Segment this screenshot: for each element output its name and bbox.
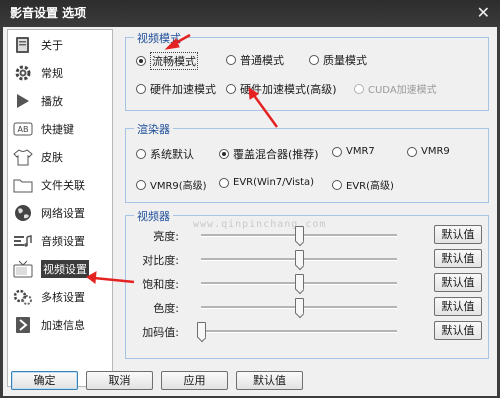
contrast-slider-thumb[interactable] — [295, 250, 304, 266]
radio-dot[interactable] — [226, 55, 236, 65]
radio-vmr7[interactable]: VMR7 — [332, 146, 375, 157]
radio-dot[interactable] — [309, 55, 319, 65]
video-adjust-group: 视频器 亮度: 默认值 对比度: 默认值 饱和度: 默认值 色度: 默认值 加码… — [125, 208, 489, 359]
sidebar-item-label: 播放 — [41, 95, 63, 108]
video-adjust-title: 视频器 — [134, 208, 173, 224]
saturation-slider-thumb[interactable] — [295, 274, 304, 290]
options-window: 影音设置 选项 ✕ 关于 常规 播放 AB 快捷键 皮肤 文件关联 网络设置 音… — [0, 0, 500, 398]
play-icon — [12, 91, 34, 111]
multicore-icon — [12, 287, 34, 307]
keyboard-icon: AB — [12, 119, 34, 139]
renderer-group: 渲染器 系统默认 覆盖混合器(推荐) VMR7 VMR9 VMR9(高级) EV… — [125, 121, 489, 203]
radio-vmr9-advanced[interactable]: VMR9(高级) — [136, 177, 207, 192]
contrast-label: 对比度: — [142, 254, 179, 267]
sidebar-item-audio[interactable]: 音频设置 — [8, 228, 112, 254]
radio-dot[interactable] — [136, 179, 146, 190]
sidebar-item-label: 关于 — [41, 39, 63, 52]
gear-icon — [12, 63, 34, 83]
title-bar: 影音设置 选项 ✕ — [0, 0, 500, 26]
sidebar-item-multicore[interactable]: 多核设置 — [8, 284, 112, 310]
sidebar-item-general[interactable]: 常规 — [8, 60, 112, 86]
default-button[interactable]: 默认值 — [236, 371, 303, 390]
radio-dot[interactable] — [136, 84, 146, 94]
saturation-label: 饱和度: — [142, 278, 179, 291]
radio-dot — [354, 83, 364, 94]
sidebar-item-label: 皮肤 — [41, 151, 63, 164]
radio-vmr9[interactable]: VMR9 — [407, 146, 450, 157]
sidebar-item-label: 视频设置 — [41, 260, 89, 278]
radio-quality-mode[interactable]: 质量模式 — [309, 52, 367, 68]
sidebar-item-label: 常规 — [41, 67, 63, 80]
video-mode-group: 视频模式 流畅模式 普通模式 质量模式 硬件加速模式 硬件加速模式(高级) CU… — [125, 30, 489, 111]
accelerate-icon — [12, 315, 34, 335]
video-settings-panel: 视频模式 流畅模式 普通模式 质量模式 硬件加速模式 硬件加速模式(高级) CU… — [117, 29, 495, 361]
cancel-button[interactable]: 取消 — [86, 371, 153, 390]
dialog-client: 关于 常规 播放 AB 快捷键 皮肤 文件关联 网络设置 音频设置 视频设置 多… — [3, 27, 497, 396]
sidebar-item-video[interactable]: 视频设置 — [8, 256, 112, 282]
hue-row: 色度: 默认值 — [126, 297, 494, 317]
svg-text:AB: AB — [18, 125, 29, 134]
radio-dot[interactable] — [219, 177, 229, 188]
radio-dot[interactable] — [407, 146, 417, 157]
radio-overlay-mixer[interactable]: 覆盖混合器(推荐) — [219, 146, 319, 162]
sidebar-item-label: 快捷键 — [41, 123, 74, 136]
ok-button[interactable]: 确定 — [11, 371, 78, 390]
radio-hw-accel-advanced[interactable]: 硬件加速模式(高级) — [226, 81, 337, 97]
contrast-default-button[interactable]: 默认值 — [434, 249, 482, 268]
radio-cuda-mode: CUDA加速模式 — [354, 81, 437, 96]
window-title: 影音设置 选项 — [10, 6, 87, 20]
brightness-slider-thumb[interactable] — [295, 226, 304, 242]
audio-icon — [12, 231, 34, 251]
radio-normal-mode[interactable]: 普通模式 — [226, 52, 284, 68]
gain-slider-thumb[interactable] — [197, 322, 206, 338]
contrast-row: 对比度: 默认值 — [126, 249, 494, 269]
gain-slider-track[interactable] — [201, 330, 397, 333]
radio-dot[interactable] — [332, 179, 342, 190]
shirt-icon — [12, 147, 34, 167]
radio-dot[interactable] — [136, 56, 146, 66]
saturation-default-button[interactable]: 默认值 — [434, 273, 482, 292]
hue-slider-thumb[interactable] — [295, 298, 304, 314]
close-icon[interactable]: ✕ — [477, 0, 490, 26]
apply-button[interactable]: 应用 — [161, 371, 228, 390]
radio-dot[interactable] — [136, 149, 146, 159]
sidebar-item-skin[interactable]: 皮肤 — [8, 144, 112, 170]
radio-dot[interactable] — [226, 84, 236, 94]
renderer-title: 渲染器 — [134, 121, 173, 137]
hue-label: 色度: — [153, 302, 179, 315]
brightness-default-button[interactable]: 默认值 — [434, 225, 482, 244]
globe-icon — [12, 203, 34, 223]
sidebar-item-accel-info[interactable]: 加速信息 — [8, 312, 112, 338]
about-icon — [12, 35, 34, 55]
radio-hw-accel-mode[interactable]: 硬件加速模式 — [136, 81, 216, 97]
brightness-row: 亮度: 默认值 — [126, 225, 494, 245]
sidebar-item-label: 网络设置 — [41, 207, 85, 220]
sidebar-item-playback[interactable]: 播放 — [8, 88, 112, 114]
sidebar-item-about[interactable]: 关于 — [8, 32, 112, 58]
sidebar-item-label: 加速信息 — [41, 319, 85, 332]
sidebar-item-label: 文件关联 — [41, 179, 85, 192]
radio-dot[interactable] — [219, 149, 229, 159]
radio-smooth-mode[interactable]: 流畅模式 — [136, 52, 198, 70]
gain-label: 加码值: — [142, 326, 179, 339]
gain-row: 加码值: 默认值 — [126, 321, 494, 341]
brightness-label: 亮度: — [153, 230, 179, 243]
radio-evr-advanced[interactable]: EVR(高级) — [332, 177, 394, 192]
gain-default-button[interactable]: 默认值 — [434, 321, 482, 340]
radio-system-default[interactable]: 系统默认 — [136, 146, 194, 162]
sidebar-item-label: 音频设置 — [41, 235, 85, 248]
radio-dot[interactable] — [332, 146, 342, 157]
tv-icon — [12, 259, 34, 279]
radio-evr-win7[interactable]: EVR(Win7/Vista) — [219, 177, 314, 188]
saturation-row: 饱和度: 默认值 — [126, 273, 494, 293]
folder-icon — [12, 175, 34, 195]
sidebar-item-file-assoc[interactable]: 文件关联 — [8, 172, 112, 198]
sidebar-item-label: 多核设置 — [41, 291, 85, 304]
sidebar-item-network[interactable]: 网络设置 — [8, 200, 112, 226]
sidebar-item-hotkeys[interactable]: AB 快捷键 — [8, 116, 112, 142]
settings-sidebar: 关于 常规 播放 AB 快捷键 皮肤 文件关联 网络设置 音频设置 视频设置 多… — [7, 29, 113, 387]
video-mode-title: 视频模式 — [134, 30, 184, 46]
hue-default-button[interactable]: 默认值 — [434, 297, 482, 316]
